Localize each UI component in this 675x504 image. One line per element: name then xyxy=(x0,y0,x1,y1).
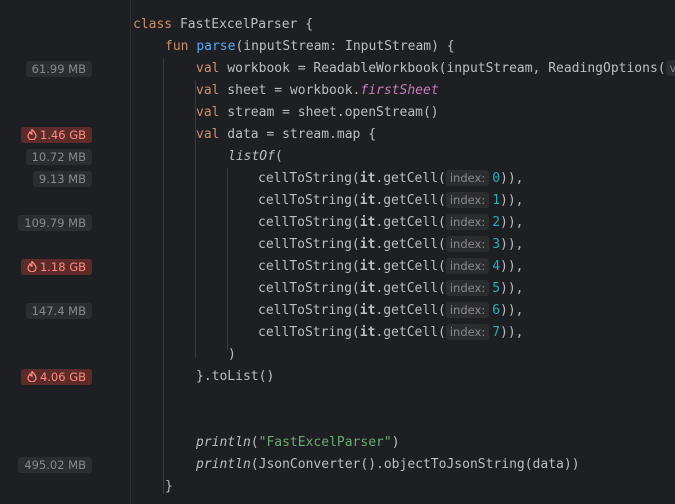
indent-guide xyxy=(163,58,164,494)
code-line-data: val data = stream.map { xyxy=(196,127,377,142)
memory-badge-label: 9.13 MB xyxy=(38,172,86,186)
inlay-hint: index: xyxy=(445,170,490,186)
code-line-stream: val stream = sheet.openStream() xyxy=(196,105,439,120)
memory-badge[interactable]: 109.79 MB xyxy=(18,215,92,231)
gutter-row: 109.79 MB xyxy=(0,212,130,234)
memory-badge-label: 61.99 MB xyxy=(31,62,86,76)
code-line-cell: cellToString(it.getCell(index: 7)), xyxy=(258,324,524,340)
memory-hotspot-badge[interactable]: 1.46 GB xyxy=(20,127,92,143)
code-line-fun-decl: fun parse(inputStream: InputStream) { xyxy=(165,39,455,54)
code-line-cell: cellToString(it.getCell(index: 6)), xyxy=(258,302,524,318)
memory-badge-label: 109.79 MB xyxy=(24,216,86,230)
memory-badge-label: 1.18 GB xyxy=(39,260,86,274)
code-line-workbook: val workbook = ReadableWorkbook(inputStr… xyxy=(196,58,675,80)
memory-badge[interactable]: 61.99 MB xyxy=(25,61,92,77)
code-line-cell: cellToString(it.getCell(index: 4)), xyxy=(258,258,524,274)
gutter-row: 9.13 MB xyxy=(0,168,130,190)
memory-badge-label: 4.06 GB xyxy=(39,370,86,384)
code-line-listof: listOf( xyxy=(228,149,283,164)
fire-icon xyxy=(27,371,37,382)
memory-badge[interactable]: 9.13 MB xyxy=(32,171,92,187)
memory-badge[interactable]: 147.4 MB xyxy=(25,303,92,319)
gutter-row: 4.06 GB xyxy=(0,366,130,388)
code-line-cell: cellToString(it.getCell(index: 0)), xyxy=(258,170,524,186)
code-line-tolist: }.toList() xyxy=(196,369,275,384)
code-line-cell: cellToString(it.getCell(index: 5)), xyxy=(258,280,524,296)
code-line-println-1: println("FastExcelParser") xyxy=(196,435,400,450)
code-line-cell: cellToString(it.getCell(index: 2)), xyxy=(258,214,524,230)
class-name: FastExcelParser xyxy=(179,17,298,32)
gutter-row: 147.4 MB xyxy=(0,300,130,322)
gutter-row: 1.18 GB xyxy=(0,256,130,278)
inlay-hint: index: xyxy=(445,192,490,208)
code-line-cell: cellToString(it.getCell(index: 3)), xyxy=(258,236,524,252)
memory-hotspot-badge[interactable]: 1.18 GB xyxy=(20,259,92,275)
gutter-row: 495.02 MB xyxy=(0,454,130,476)
gutter-row: 61.99 MB xyxy=(0,58,130,80)
memory-badge-label: 10.72 MB xyxy=(31,150,86,164)
fire-icon xyxy=(27,129,37,140)
inlay-hint: index: xyxy=(445,214,490,230)
code-editor[interactable]: class FastExcelParser { fun parse(inputS… xyxy=(130,0,675,504)
memory-badge-label: 1.46 GB xyxy=(39,128,86,142)
code-line-listof-close: ) xyxy=(228,347,236,362)
memory-hotspot-badge[interactable]: 4.06 GB xyxy=(20,369,92,385)
inlay-hint: index: xyxy=(445,258,490,274)
code-line-cell: cellToString(it.getCell(index: 1)), xyxy=(258,192,524,208)
memory-badge[interactable]: 495.02 MB xyxy=(18,457,92,473)
code-line-println-2: println(JsonConverter().objectToJsonStri… xyxy=(196,457,580,472)
inlay-hint: v xyxy=(665,60,675,76)
inlay-hint: index: xyxy=(445,236,490,252)
code-line-sheet: val sheet = workbook.firstSheet xyxy=(196,83,439,98)
memory-badge-label: 147.4 MB xyxy=(31,304,86,318)
memory-badge[interactable]: 10.72 MB xyxy=(25,149,92,165)
inlay-hint: index: xyxy=(445,302,490,318)
inlay-hint: index: xyxy=(445,280,490,296)
editor-gutter: 61.99 MB 1.46 GB 10.72 MB 9.13 MB 109.79 MB 1… xyxy=(0,0,131,504)
gutter-row: 10.72 MB xyxy=(0,146,130,168)
code-line-fun-close: } xyxy=(165,479,173,494)
fire-icon xyxy=(27,261,37,272)
inlay-hint: index: xyxy=(445,324,490,340)
indent-guide xyxy=(227,168,228,350)
gutter-row: 1.46 GB xyxy=(0,124,130,146)
memory-badge-label: 495.02 MB xyxy=(24,458,86,472)
code-line-class-decl: class FastExcelParser { xyxy=(133,17,314,32)
